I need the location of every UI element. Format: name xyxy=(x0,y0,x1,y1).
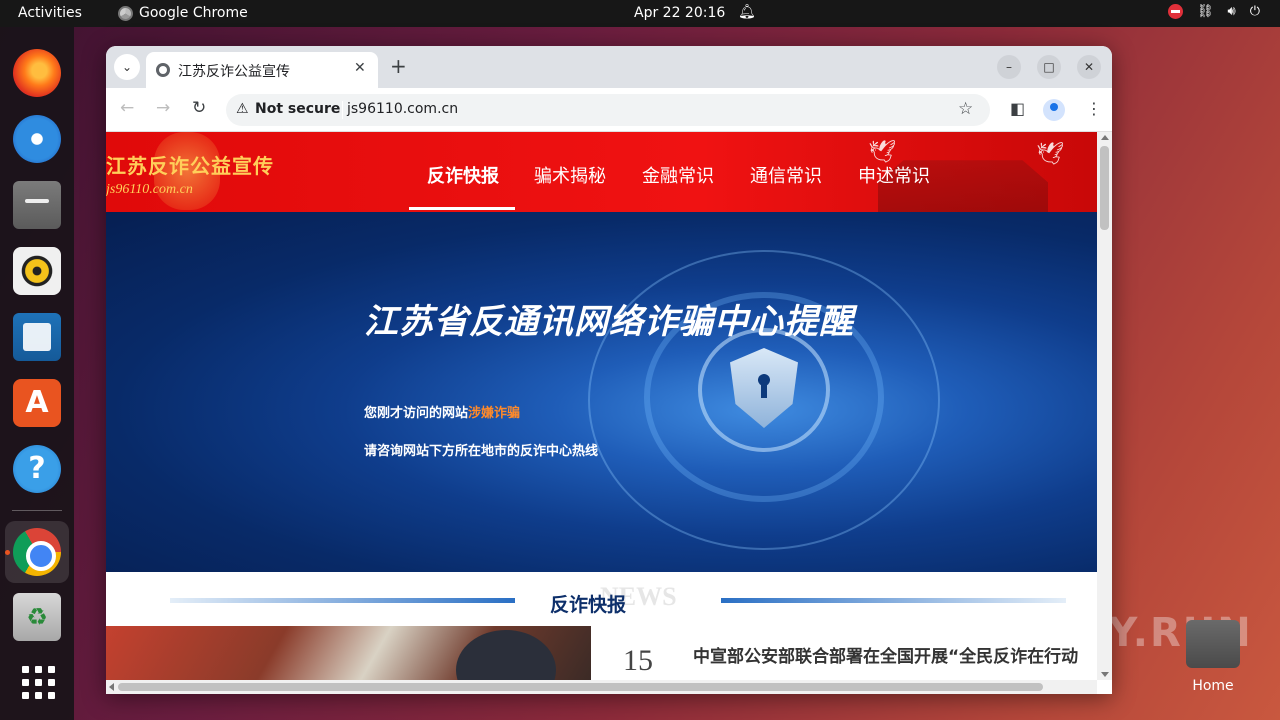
side-panel-icon[interactable]: ◧ xyxy=(1010,99,1025,118)
horizontal-scrollbar[interactable] xyxy=(106,680,1097,694)
chrome-window: ⌄ 江苏反诈公益宣传 ✕ + – □ ✕ ← → ↻ ⚠ Not secure … xyxy=(106,46,1112,694)
new-tab-button[interactable]: + xyxy=(390,54,407,78)
show-applications-icon[interactable] xyxy=(13,657,61,705)
dock-separator xyxy=(12,510,62,511)
tab-active[interactable]: 江苏反诈公益宣传 ✕ xyxy=(146,52,378,88)
scroll-left-arrow[interactable] xyxy=(109,683,114,691)
nav-item-shenshu-changshi[interactable]: 申述常识 xyxy=(858,162,930,188)
app-menu-label: Google Chrome xyxy=(139,5,248,21)
site-logo-title[interactable]: 江苏反诈公益宣传 xyxy=(106,150,274,179)
scroll-down-arrow[interactable] xyxy=(1101,672,1109,677)
trash-icon[interactable]: ♻ xyxy=(13,593,61,641)
nav-item-fanzha-kuaibao[interactable]: 反诈快报 xyxy=(427,162,499,188)
maximize-button[interactable]: □ xyxy=(1037,55,1061,79)
section-line-right xyxy=(721,598,1066,603)
rhythmbox-icon[interactable] xyxy=(13,247,61,295)
do-not-disturb-icon xyxy=(1167,4,1183,19)
dock-chrome-active[interactable] xyxy=(5,521,69,583)
power-icon: ⏻ xyxy=(1249,4,1260,19)
warning-triangle-icon[interactable]: ⚠ xyxy=(236,101,249,117)
app-menu[interactable]: Google Chrome xyxy=(118,5,248,21)
site-header: 江苏反诈公益宣传 js96110.com.cn 🕊︎ 🕊︎ 反诈快报 骗术揭秘 … xyxy=(106,132,1097,212)
tab-search-button[interactable]: ⌄ xyxy=(114,54,140,80)
browser-toolbar: ← → ↻ ⚠ Not secure js96110.com.cn ☆ ◧ ⋮ xyxy=(106,88,1112,132)
tab-strip: ⌄ 江苏反诈公益宣传 ✕ + – □ ✕ xyxy=(106,46,1112,88)
activities-button[interactable]: Activities xyxy=(18,5,82,21)
news-photo-person xyxy=(456,630,556,680)
bookmark-star-icon[interactable]: ☆ xyxy=(958,99,973,119)
nav-item-tongxin-changshi[interactable]: 通信常识 xyxy=(750,162,822,188)
url-text[interactable]: js96110.com.cn xyxy=(347,101,458,117)
news-thumbnail[interactable] xyxy=(106,626,591,680)
page-viewport: 江苏反诈公益宣传 js96110.com.cn 🕊︎ 🕊︎ 反诈快报 骗术揭秘 … xyxy=(106,132,1097,680)
vertical-scroll-thumb[interactable] xyxy=(1100,146,1109,230)
banner-title: 江苏省反通讯网络诈骗中心提醒 xyxy=(364,302,854,342)
clock[interactable]: Apr 22 20:16 xyxy=(634,5,725,21)
keyhole-stem xyxy=(761,382,767,398)
minimize-button[interactable]: – xyxy=(997,55,1021,79)
writer-icon[interactable] xyxy=(13,313,61,361)
section-title: 反诈快报 xyxy=(550,594,627,616)
back-arrow-icon[interactable]: ← xyxy=(120,98,134,118)
news-title-link[interactable]: 中宣部公安部联合部署在全国开展“全民反诈在行动 xyxy=(693,642,1078,667)
forward-arrow-icon[interactable]: → xyxy=(156,98,170,118)
help-icon[interactable]: ? xyxy=(13,445,61,493)
volume-icon: 🔊︎ xyxy=(1227,4,1236,19)
warning-banner: 江苏省反通讯网络诈骗中心提醒 您刚才访问的网站涉嫌诈骗 请咨询网站下方所在地市的… xyxy=(106,212,1097,572)
security-chip[interactable]: Not secure xyxy=(255,101,340,117)
nav-item-pianshu-jiemi[interactable]: 骗术揭秘 xyxy=(534,162,606,188)
home-label: Home xyxy=(1192,678,1234,694)
thunderbird-icon[interactable] xyxy=(13,115,61,163)
running-indicator xyxy=(5,550,10,555)
site-logo-url: js96110.com.cn xyxy=(106,182,193,197)
tab-title: 江苏反诈公益宣传 xyxy=(178,64,290,80)
omnibox[interactable]: ⚠ Not secure js96110.com.cn ☆ xyxy=(226,94,990,126)
banner-line-1: 您刚才访问的网站涉嫌诈骗 xyxy=(364,402,520,421)
system-tray[interactable]: ⛓ 🔊︎ ⏻ xyxy=(1167,4,1260,19)
chrome-icon xyxy=(118,5,133,21)
globe-icon xyxy=(156,63,170,77)
scroll-up-arrow[interactable] xyxy=(1101,135,1109,140)
profile-avatar-icon[interactable] xyxy=(1043,99,1065,121)
software-store-icon[interactable]: A xyxy=(13,379,61,427)
reload-icon[interactable]: ↻ xyxy=(192,98,206,118)
omnibox-divider xyxy=(342,101,343,119)
banner-line-1-highlight: 涉嫌诈骗 xyxy=(468,406,521,421)
chevron-down-icon: ⌄ xyxy=(121,60,133,74)
close-window-button[interactable]: ✕ xyxy=(1077,55,1101,79)
section-line-left xyxy=(170,598,515,603)
system-top-bar: Activities Google Chrome Apr 22 20:16 🔔︎… xyxy=(0,0,1280,27)
more-menu-icon[interactable]: ⋮ xyxy=(1086,99,1102,118)
banner-line-2: 请咨询网站下方所在地市的反诈中心热线 xyxy=(364,444,599,459)
horizontal-scroll-thumb[interactable] xyxy=(118,683,1043,691)
home-folder-icon[interactable] xyxy=(1186,620,1240,668)
dock: A ? ♻ xyxy=(0,27,74,720)
firefox-icon[interactable] xyxy=(13,49,61,97)
dove-icon: 🕊︎ xyxy=(1036,142,1064,167)
vertical-scrollbar[interactable] xyxy=(1097,132,1112,680)
bell-icon: 🔔︎ xyxy=(738,4,756,20)
banner-line-1-prefix: 您刚才访问的网站 xyxy=(364,406,469,421)
news-date: 15 xyxy=(623,644,653,677)
files-icon[interactable] xyxy=(13,181,61,229)
chrome-icon xyxy=(13,528,61,576)
network-icon: ⛓ xyxy=(1196,4,1214,19)
close-tab-icon[interactable]: ✕ xyxy=(354,60,366,76)
nav-item-jinrong-changshi[interactable]: 金融常识 xyxy=(642,162,714,188)
nav-active-underline xyxy=(409,207,515,210)
news-section-header: NEWS 反诈快报 xyxy=(106,572,1097,626)
